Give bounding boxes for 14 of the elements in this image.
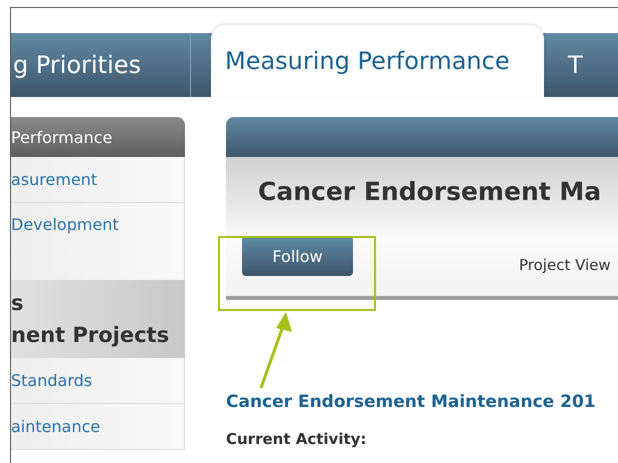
sidebar-link[interactable]: aintenance — [11, 404, 185, 450]
project-title: Cancer Endorsement Ma — [258, 177, 602, 206]
sidebar-section-heading: s nent Projects — [11, 280, 185, 358]
current-activity-label: Current Activity: — [226, 430, 368, 448]
sidebar-link[interactable]: Standards — [11, 358, 185, 404]
sidebar-link[interactable]: Development — [11, 203, 185, 280]
sidebar-link[interactable]: asurement — [11, 157, 185, 203]
project-link[interactable]: Cancer Endorsement Maintenance 201 — [226, 392, 618, 412]
tab[interactable]: T — [566, 33, 618, 97]
project-view-link[interactable]: Project View — [519, 256, 611, 274]
tab[interactable]: Measuring Performance — [211, 25, 544, 97]
sidebar-header: Performance — [11, 117, 185, 157]
follow-button[interactable]: Follow — [242, 236, 353, 276]
tab[interactable]: g Priorities — [11, 33, 191, 97]
